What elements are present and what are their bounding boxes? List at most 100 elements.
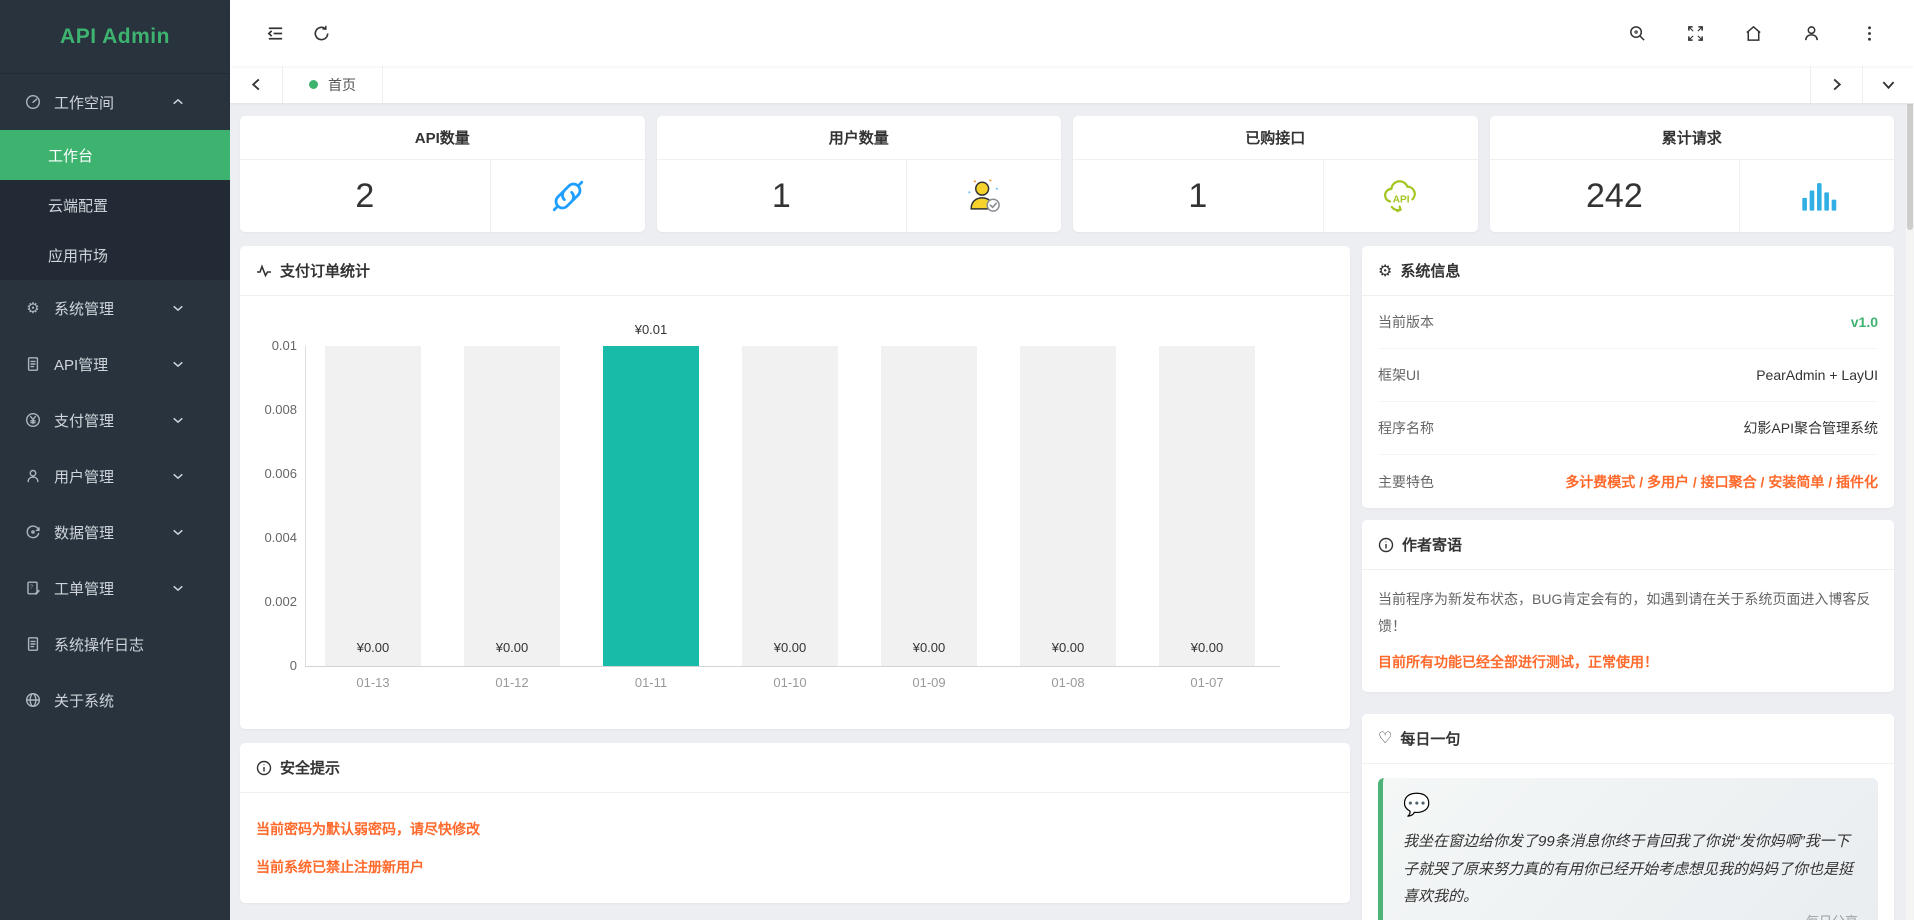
chart-y-tick-label: 0.006 xyxy=(247,466,297,481)
chart-x-tick-label: 01-07 xyxy=(1159,675,1255,690)
chart-card-header: 支付订单统计 xyxy=(240,246,1350,296)
info-circle-icon xyxy=(256,760,272,776)
chevron-up-icon xyxy=(172,96,184,108)
security-tips-card: 安全提示 当前密码为默认弱密码，请尽快修改当前系统已禁止注册新用户 xyxy=(240,743,1350,903)
chart-x-tick-label: 01-13 xyxy=(325,675,421,690)
collapse-sidebar-icon[interactable] xyxy=(256,14,294,52)
sidebar-item-label: 系统管理 xyxy=(54,298,114,319)
sidebar-item-5[interactable]: 数据管理 xyxy=(0,504,230,560)
sidebar-item-label: 系统操作日志 xyxy=(54,634,144,655)
sidebar-item-label: 用户管理 xyxy=(54,466,114,487)
info-label: 框架UI xyxy=(1378,365,1420,385)
security-tip-line: 当前密码为默认弱密码，请尽快修改 xyxy=(256,819,1334,839)
gear-icon: ⚙ xyxy=(24,299,42,317)
bar-chart-icon xyxy=(1740,160,1894,232)
sidebar-item-4[interactable]: 用户管理 xyxy=(0,448,230,504)
info-value: PearAdmin + LayUI xyxy=(1756,367,1878,383)
tab-scroll-left-icon[interactable] xyxy=(230,66,282,103)
info-value: 多计费模式 / 多用户 / 接口聚合 / 安装简单 / 插件化 xyxy=(1565,472,1878,492)
chart-x-tick-label: 01-08 xyxy=(1020,675,1116,690)
chevron-down-icon xyxy=(172,526,184,538)
sidebar-item-8[interactable]: 关于系统 xyxy=(0,672,230,728)
author-note-card: 作者寄语 当前程序为新发布状态，BUG肯定会有的，如遇到请在关于系统页面进入博客… xyxy=(1362,520,1894,692)
tab-dropdown-icon[interactable] xyxy=(1862,66,1914,103)
home-icon[interactable] xyxy=(1734,14,1772,52)
yen-icon xyxy=(24,411,42,429)
stat-card-0: API数量2 xyxy=(240,116,645,232)
top-header xyxy=(230,0,1914,66)
chart-bar[interactable] xyxy=(603,346,699,666)
fullscreen-icon[interactable] xyxy=(1676,14,1714,52)
chart-title: 支付订单统计 xyxy=(280,260,370,281)
security-title: 安全提示 xyxy=(280,757,340,778)
sidebar-item-1[interactable]: ⚙ 系统管理 xyxy=(0,280,230,336)
sidebar-subitem-工作台[interactable]: 工作台 xyxy=(0,130,230,180)
info-label: 程序名称 xyxy=(1378,418,1434,438)
tab-home[interactable]: 首页 xyxy=(282,66,383,103)
system-info-row: 程序名称 幻影API聚合管理系统 xyxy=(1378,402,1878,455)
dashboard-icon xyxy=(24,93,42,111)
sidebar: API Admin 工作空间工作台云端配置应用市场⚙系统管理API管理支付管理用… xyxy=(0,0,230,920)
chart-bar-value-label: ¥0.00 xyxy=(881,640,977,655)
sidebar-item-label: API管理 xyxy=(54,354,108,375)
chart-bar-background[interactable] xyxy=(464,346,560,666)
chart-y-tick-label: 0.002 xyxy=(247,594,297,609)
system-info-row: 主要特色多计费模式 / 多用户 / 接口聚合 / 安装简单 / 插件化 xyxy=(1378,455,1878,508)
author-note-line: 当前程序为新发布状态，BUG肯定会有的，如遇到请在关于系统页面进入博客反馈！ xyxy=(1378,586,1878,639)
system-info-row: 框架UI PearAdmin + LayUI xyxy=(1378,349,1878,402)
sidebar-subitem-云端配置[interactable]: 云端配置 xyxy=(0,180,230,230)
svg-text:?: ? xyxy=(30,585,33,591)
system-info-title: 系统信息 xyxy=(1400,260,1460,281)
stat-card-value: 2 xyxy=(240,160,491,232)
tab-bar: 首页 xyxy=(230,66,1914,104)
sidebar-item-2[interactable]: API管理 xyxy=(0,336,230,392)
active-tab-dot xyxy=(309,80,318,89)
stat-card-body: 242 xyxy=(1490,160,1895,232)
author-note-line: 目前所有功能已经全部进行测试，正常使用！ xyxy=(1378,649,1878,676)
search-icon[interactable] xyxy=(1618,14,1656,52)
quote-text: 我坐在窗边给你发了99条消息你终于肯回我了你说“发你妈啊”我一下子就哭了原来努力… xyxy=(1403,828,1858,911)
author-note-header: 作者寄语 xyxy=(1362,520,1894,570)
gear-icon: ⚙ xyxy=(1378,261,1392,281)
chart-bar-background[interactable] xyxy=(1159,346,1255,666)
refresh-icon[interactable] xyxy=(302,14,340,52)
data-icon xyxy=(24,523,42,541)
daily-quote-header: ♡ 每日一句 xyxy=(1362,714,1894,764)
content: API数量2用户数量1已购接口1API累计请求242 支付订单统计 xyxy=(230,104,1914,920)
sidebar-subitem-应用市场[interactable]: 应用市场 xyxy=(0,230,230,280)
security-lines: 当前密码为默认弱密码，请尽快修改当前系统已禁止注册新用户 xyxy=(240,793,1350,885)
log-icon xyxy=(24,635,42,653)
svg-text:API: API xyxy=(1392,194,1409,205)
user-avatar-icon[interactable] xyxy=(1792,14,1830,52)
daily-quote-title: 每日一句 xyxy=(1400,728,1460,749)
sidebar-subitem-label: 应用市场 xyxy=(48,245,108,266)
chart-bar-background[interactable] xyxy=(742,346,838,666)
author-note-title: 作者寄语 xyxy=(1402,534,1462,555)
more-menu-icon[interactable] xyxy=(1850,14,1888,52)
sidebar-subitem-label: 云端配置 xyxy=(48,195,108,216)
sidebar-item-3[interactable]: 支付管理 xyxy=(0,392,230,448)
page: API Admin 工作空间工作台云端配置应用市场⚙系统管理API管理支付管理用… xyxy=(0,0,1914,920)
sidebar-item-6[interactable]: ? 工单管理 xyxy=(0,560,230,616)
system-info-row: 当前版本v1.0 xyxy=(1378,296,1878,349)
sidebar-item-label: 工单管理 xyxy=(54,578,114,599)
system-info-header: ⚙ 系统信息 xyxy=(1362,246,1894,296)
stat-card-2: 已购接口1API xyxy=(1073,116,1478,232)
system-info-rows: 当前版本v1.0 框架UI PearAdmin + LayUI 程序名称 幻影API聚合… xyxy=(1362,296,1894,508)
stat-card-title: 已购接口 xyxy=(1073,116,1478,160)
sidebar-item-0[interactable]: 工作空间 xyxy=(0,74,230,130)
stat-card-1: 用户数量1 xyxy=(657,116,1062,232)
sidebar-item-label: 关于系统 xyxy=(54,690,114,711)
chart-bar-background[interactable] xyxy=(1020,346,1116,666)
chevron-down-icon xyxy=(172,358,184,370)
chart-bar-background[interactable] xyxy=(881,346,977,666)
chart-bar-background[interactable] xyxy=(325,346,421,666)
api-cloud-icon: API xyxy=(1324,160,1478,232)
info-value: 幻影API聚合管理系统 xyxy=(1743,418,1878,438)
tab-scroll-right-icon[interactable] xyxy=(1810,66,1862,103)
page-scrollbar[interactable] xyxy=(1906,0,1914,920)
security-card-header: 安全提示 xyxy=(240,743,1350,793)
chart-bar-value-label: ¥0.00 xyxy=(742,640,838,655)
info-value: v1.0 xyxy=(1851,314,1878,330)
sidebar-item-7[interactable]: 系统操作日志 xyxy=(0,616,230,672)
